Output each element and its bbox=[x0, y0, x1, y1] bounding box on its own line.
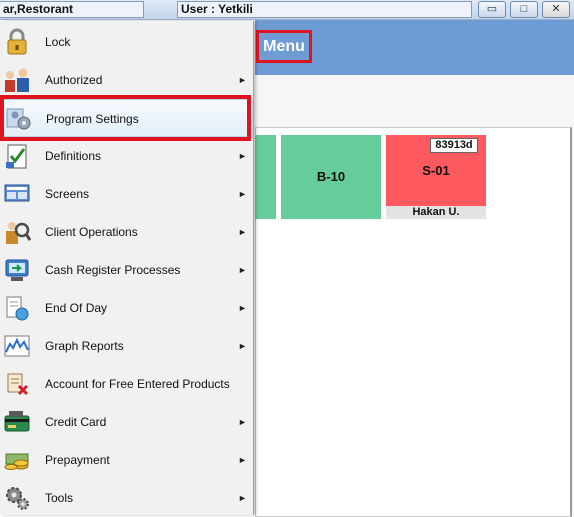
submenu-arrow-icon: ► bbox=[238, 455, 247, 465]
menu-label: Client Operations bbox=[45, 225, 138, 239]
screens-icon bbox=[4, 184, 30, 202]
menu-item-authorized[interactable]: Authorized ► bbox=[0, 61, 253, 99]
user-field: User : Yetkili bbox=[177, 1, 472, 18]
menu-item-end-of-day[interactable]: End Of Day ► bbox=[0, 289, 253, 327]
submenu-arrow-icon: ► bbox=[238, 493, 247, 503]
submenu-arrow-icon: ► bbox=[238, 265, 247, 275]
minimize-button[interactable]: ▭ bbox=[478, 1, 506, 18]
menu-item-screens[interactable]: Screens ► bbox=[0, 175, 253, 213]
padlock-icon bbox=[7, 28, 27, 55]
menu-label: Cash Register Processes bbox=[45, 263, 181, 277]
table-waiter-label: Hakan U. bbox=[386, 206, 486, 219]
table-amount-badge: 83913d bbox=[430, 138, 478, 153]
minimize-icon: ▭ bbox=[486, 3, 498, 15]
maximize-button[interactable]: □ bbox=[510, 1, 538, 18]
table-tile-partial[interactable] bbox=[255, 135, 276, 219]
menu-item-credit-card[interactable]: Credit Card ► bbox=[0, 403, 253, 441]
menu-label: Graph Reports bbox=[45, 339, 124, 353]
end-of-day-icon bbox=[6, 296, 29, 321]
menu-label: Prepayment bbox=[45, 453, 110, 467]
menu-item-tools[interactable]: Tools ► bbox=[0, 479, 253, 517]
menu-item-definitions[interactable]: Definitions ► bbox=[0, 137, 253, 175]
maximize-icon: □ bbox=[520, 3, 528, 15]
menu-label: Account for Free Entered Products bbox=[45, 377, 230, 391]
coins-icon bbox=[4, 453, 29, 470]
gears-icon bbox=[6, 487, 29, 510]
menu-label: Lock bbox=[45, 35, 71, 49]
client-search-icon bbox=[6, 222, 31, 244]
submenu-arrow-icon: ► bbox=[238, 227, 247, 237]
graph-icon bbox=[4, 335, 30, 357]
menu-item-lock[interactable]: Lock bbox=[0, 23, 253, 61]
menu-item-cash-register-processes[interactable]: Cash Register Processes ► bbox=[0, 251, 253, 289]
free-products-icon bbox=[7, 373, 29, 396]
submenu-arrow-icon: ► bbox=[238, 151, 247, 161]
submenu-arrow-icon: ► bbox=[238, 417, 247, 427]
credit-card-icon bbox=[4, 411, 30, 432]
submenu-arrow-icon: ► bbox=[238, 341, 247, 351]
menu-label: End Of Day bbox=[45, 301, 108, 315]
submenu-arrow-icon: ► bbox=[238, 75, 247, 85]
app-title: ar,Restorant bbox=[0, 1, 144, 18]
close-icon: ✕ bbox=[551, 3, 561, 15]
checklist-icon bbox=[6, 144, 27, 169]
users-icon bbox=[5, 68, 29, 92]
submenu-arrow-icon: ► bbox=[238, 189, 247, 199]
menu-label: Authorized bbox=[45, 73, 103, 87]
menu-button[interactable]: Menu bbox=[256, 30, 312, 63]
cash-register-icon bbox=[5, 259, 29, 281]
close-button[interactable]: ✕ bbox=[542, 1, 570, 18]
menu-item-prepayment[interactable]: Prepayment ► bbox=[0, 441, 253, 479]
menu-item-client-operations[interactable]: Client Operations ► bbox=[0, 213, 253, 251]
menu-label: Credit Card bbox=[45, 415, 107, 429]
title-bar: ar,Restorant User : Yetkili ▭ □ ✕ bbox=[0, 0, 574, 20]
table-tile-b10[interactable]: B-10 bbox=[281, 135, 381, 219]
menu-label: Tools bbox=[45, 491, 74, 505]
menu-item-graph-reports[interactable]: Graph Reports ► bbox=[0, 327, 253, 365]
submenu-arrow-icon: ► bbox=[238, 303, 247, 313]
menu-label: Screens bbox=[45, 187, 90, 201]
menu-label: Definitions bbox=[45, 149, 102, 163]
menu-item-account-free-products[interactable]: Account for Free Entered Products bbox=[0, 365, 253, 403]
highlight-annotation-frame bbox=[0, 95, 251, 141]
